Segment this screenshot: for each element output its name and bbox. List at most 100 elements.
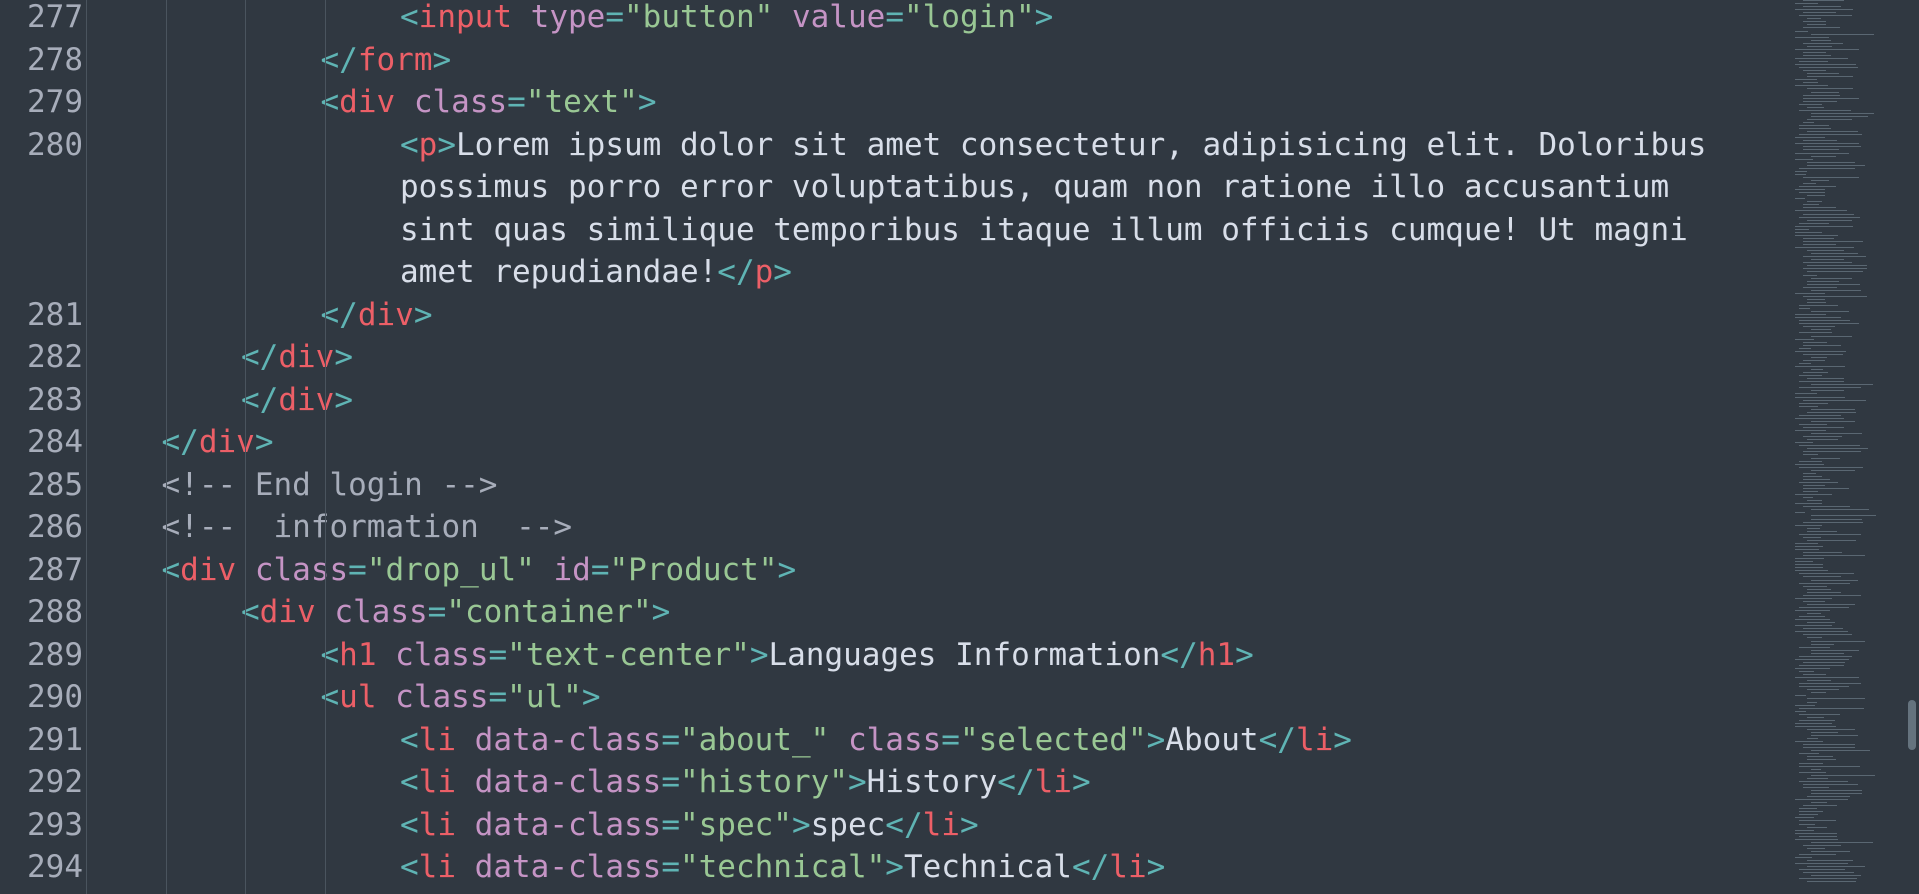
code-token: class xyxy=(413,84,508,120)
code-line[interactable]: <div class="container"> xyxy=(241,591,670,634)
code-token: class xyxy=(395,636,489,673)
code-line[interactable]: <p>Lorem ipsum dolor sit amet consectetu… xyxy=(400,124,1730,294)
indent-guide xyxy=(324,0,326,894)
minimap-line xyxy=(1807,716,1824,718)
minimap-line xyxy=(1799,109,1852,111)
minimap-line xyxy=(1799,646,1831,648)
minimap-line xyxy=(1807,759,1836,761)
minimap-line xyxy=(1803,0,1844,1)
code-line[interactable]: <li data-class="technical">Technical</li… xyxy=(400,846,1165,889)
code-line[interactable]: </div> xyxy=(241,379,353,422)
minimap-line xyxy=(1795,567,1824,569)
code-line[interactable]: <li data-class="about_" class="selected"… xyxy=(400,719,1352,762)
minimap-line xyxy=(1811,457,1840,459)
code-token: data-class xyxy=(474,721,662,758)
minimap-line xyxy=(1803,286,1838,288)
scrollbar-thumb[interactable] xyxy=(1908,700,1916,750)
vertical-scrollbar[interactable] xyxy=(1905,0,1919,894)
code-line[interactable]: <li data-class="spec">spec</li> xyxy=(400,804,979,847)
code-token: spec xyxy=(810,806,886,843)
code-token: div xyxy=(180,551,237,588)
minimap-line xyxy=(1803,274,1818,276)
minimap-line xyxy=(1799,753,1819,755)
minimap[interactable] xyxy=(1795,0,1905,894)
minimap-line xyxy=(1807,637,1822,639)
minimap-line xyxy=(1811,335,1853,337)
minimap-line xyxy=(1795,396,1845,398)
minimap-line xyxy=(1795,3,1819,5)
code-line[interactable]: <ul class="ul"> xyxy=(321,676,601,719)
minimap-line xyxy=(1795,619,1830,621)
minimap-line xyxy=(1795,524,1823,526)
code-token: < xyxy=(400,764,419,800)
line-number-gutter: 277 278 279 280 281 282 283 284 285 286 287 288 289 2… xyxy=(0,0,113,894)
minimap-line xyxy=(1807,603,1856,605)
minimap-line xyxy=(1795,597,1833,599)
code-line[interactable]: </div> xyxy=(241,336,353,379)
code-token: < xyxy=(241,594,260,630)
minimap-line xyxy=(1795,503,1822,505)
minimap-line xyxy=(1807,701,1818,703)
minimap-line xyxy=(1807,866,1865,868)
code-token: input xyxy=(418,0,512,35)
code-token: <!-- End login --> xyxy=(161,466,498,503)
code-line[interactable]: <input type="button" value="login"> xyxy=(400,0,1053,39)
minimap-line xyxy=(1811,277,1852,279)
code-token: li xyxy=(418,849,456,885)
code-token: "spec" xyxy=(679,806,792,843)
minimap-line xyxy=(1803,51,1826,53)
code-line[interactable]: <h1 class="text-center">Languages Inform… xyxy=(321,634,1254,677)
minimap-line xyxy=(1795,558,1825,560)
minimap-line xyxy=(1795,393,1817,395)
code-line[interactable]: </form> xyxy=(321,39,452,82)
code-token: > xyxy=(432,41,452,78)
minimap-line xyxy=(1807,283,1861,285)
minimap-line xyxy=(1803,475,1822,477)
minimap-line xyxy=(1811,579,1858,581)
minimap-line xyxy=(1803,552,1843,554)
minimap-line xyxy=(1803,844,1841,846)
minimap-line xyxy=(1799,15,1852,17)
minimap-line xyxy=(1807,301,1827,303)
code-line[interactable]: </div> xyxy=(162,421,274,464)
minimap-line xyxy=(1803,427,1845,428)
minimap-line xyxy=(1795,366,1846,367)
minimap-line xyxy=(1799,414,1842,416)
minimap-line xyxy=(1795,658,1849,660)
minimap-line xyxy=(1795,158,1814,160)
minimap-line xyxy=(1795,338,1814,340)
minimap-line xyxy=(1799,707,1864,709)
code-token: id xyxy=(553,551,591,588)
code-line[interactable]: <!-- information --> xyxy=(162,506,573,549)
minimap-line xyxy=(1795,137,1825,139)
code-line[interactable]: <div class="text"> xyxy=(321,81,657,124)
code-line[interactable]: <li data-class="history">History</li> xyxy=(400,761,1091,804)
minimap-line xyxy=(1803,97,1860,99)
minimap-line xyxy=(1807,76,1853,78)
minimap-line xyxy=(1807,131,1858,133)
minimap-line xyxy=(1803,674,1827,676)
code-token: > xyxy=(847,764,867,800)
minimap-line xyxy=(1807,728,1856,730)
code-token: div xyxy=(198,424,255,460)
minimap-line xyxy=(1795,173,1807,175)
minimap-line xyxy=(1795,667,1830,669)
code-line[interactable]: <!-- End login --> xyxy=(162,464,498,507)
minimap-line xyxy=(1803,244,1837,245)
code-editor[interactable]: 277 278 279 280 281 282 283 284 285 286 287 288 289 2… xyxy=(0,0,1919,894)
code-line[interactable]: </div> xyxy=(321,294,433,337)
minimap-line xyxy=(1799,125,1829,127)
minimap-line xyxy=(1803,536,1821,538)
code-token: = xyxy=(941,721,960,758)
minimap-line xyxy=(1807,698,1865,700)
code-area[interactable]: <input type="button" value="login"> </for… xyxy=(86,0,1793,894)
minimap-line xyxy=(1799,320,1850,322)
code-token: div xyxy=(278,339,335,375)
minimap-line xyxy=(1803,491,1819,493)
minimap-line xyxy=(1807,860,1854,862)
minimap-line xyxy=(1795,610,1830,611)
minimap-line xyxy=(1811,469,1855,471)
minimap-line xyxy=(1799,771,1827,773)
code-line[interactable]: <div class="drop_ul" id="Product"> xyxy=(162,549,797,592)
